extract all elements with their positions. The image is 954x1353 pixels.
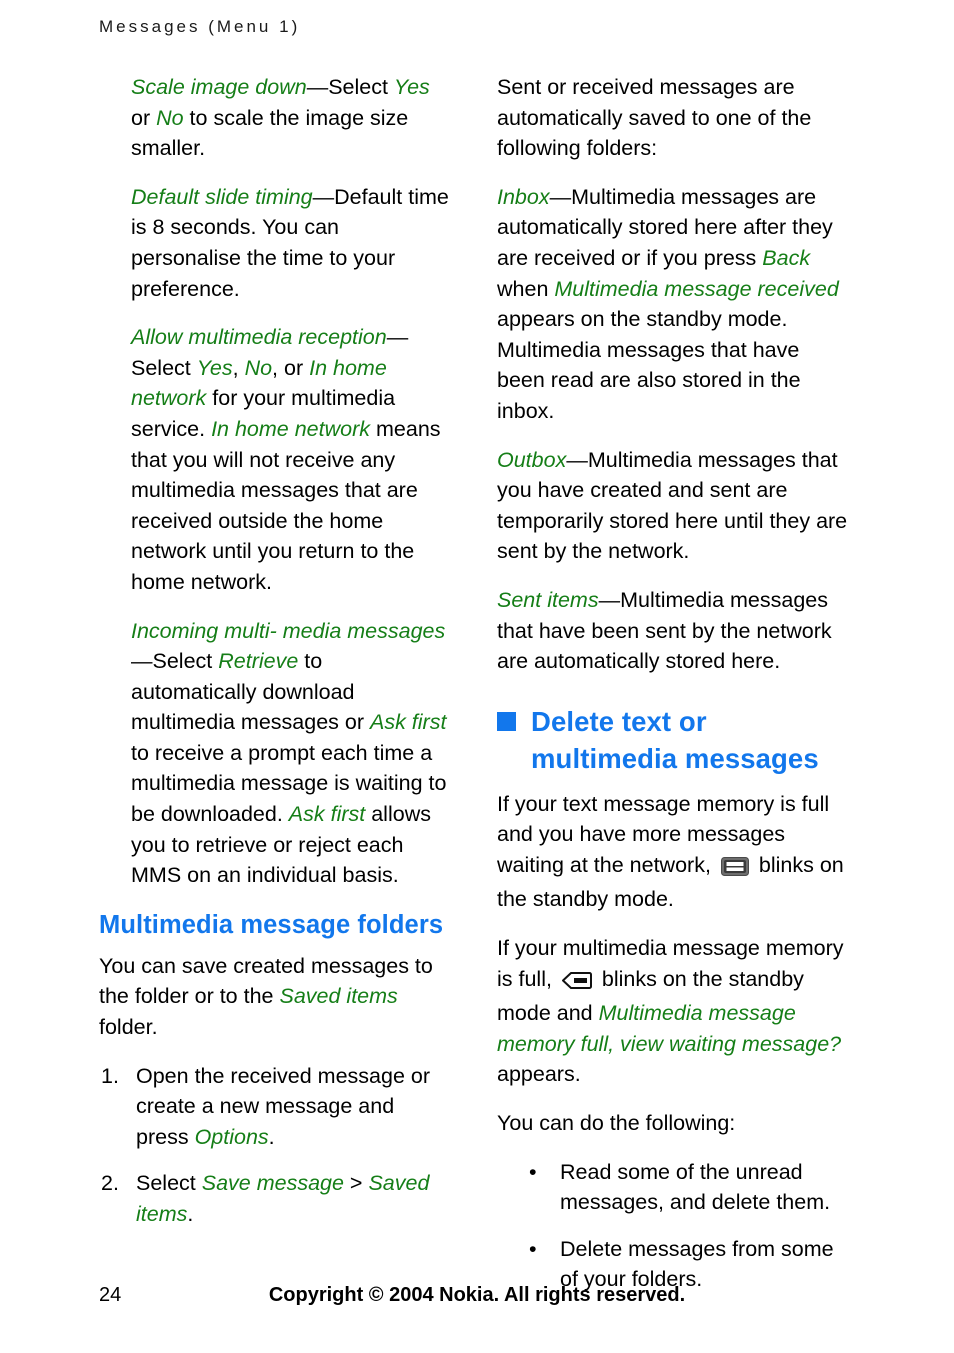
sms-envelope-icon xyxy=(720,854,749,885)
seg: or xyxy=(131,105,157,130)
seg: appears on the standby mode. Multimedia … xyxy=(497,307,801,423)
bullet-marker: • xyxy=(529,1236,537,1261)
paragraph-multimedia-memory-full: If your multimedia message memory is ful… xyxy=(497,933,849,1090)
seg: Select xyxy=(328,75,394,99)
step-marker: 1. xyxy=(101,1063,119,1088)
paragraph-allow-multimedia-reception: Allow multimedia reception— Select Yes, N… xyxy=(131,322,451,597)
ui-value-multimedia-message-received: Multimedia message received xyxy=(554,276,839,301)
em-dash: — xyxy=(386,325,409,350)
ui-value-no: No xyxy=(244,355,273,380)
seg: folder. xyxy=(99,1015,158,1040)
paragraph-inbox: Inbox—Multimedia messages are automatica… xyxy=(497,182,849,427)
em-dash: — xyxy=(549,184,572,209)
mms-envelope-icon xyxy=(561,968,592,999)
chapter-heading-delete-text-or-multimedia-messages: Delete text or multimedia messages xyxy=(497,703,849,777)
paragraph-folders-intro: You can save created messages to the fol… xyxy=(99,951,451,1043)
ui-value-retrieve: Retrieve xyxy=(218,649,299,674)
seg: , or xyxy=(272,355,310,380)
paragraph-scale-image-down: Scale image down—Select Yes or No to sca… xyxy=(131,72,451,164)
list-item: 1. Open the received message or create a … xyxy=(101,1061,451,1153)
step-marker: 2. xyxy=(101,1171,119,1196)
blue-square-bullet-icon xyxy=(497,711,516,731)
seg: Select xyxy=(136,1171,202,1196)
ui-value-no: No xyxy=(156,105,184,130)
list-item: • Read some of the unread messages, and d… xyxy=(527,1157,849,1218)
seg: Select xyxy=(152,649,219,674)
bullet-marker: • xyxy=(529,1159,537,1184)
seg: appears. xyxy=(497,1062,581,1087)
seg: Open the received message or create a ne… xyxy=(136,1063,430,1149)
ui-value-back: Back xyxy=(762,245,811,270)
term-sent-items: Sent items xyxy=(497,587,599,612)
page-footer: 24 Copyright © 2004 Nokia. All rights re… xyxy=(0,1284,954,1324)
term-incoming-multimedia-messages: Incoming multi- media messages xyxy=(131,618,446,643)
seg: Select xyxy=(131,355,197,380)
copyright-notice: Copyright © 2004 Nokia. All rights reser… xyxy=(268,1284,686,1306)
paragraph-default-slide-timing: Default slide timing—Default time is 8 s… xyxy=(131,182,451,304)
ui-value-yes: Yes xyxy=(393,75,430,99)
ui-value-options: Options xyxy=(194,1124,269,1149)
paragraph-outbox: Outbox—Multimedia messages that you have… xyxy=(497,445,849,567)
seg: . xyxy=(187,1202,194,1226)
paragraph-following-intro: You can do the following: xyxy=(497,1111,736,1136)
em-dash: — xyxy=(598,587,621,612)
ui-value-ask-first: Ask first xyxy=(288,802,366,827)
bullet-text: Read some of the unread messages, and de… xyxy=(560,1159,831,1215)
paragraph-sent-items: Sent items—Multimedia messages that have… xyxy=(497,585,849,677)
list-item: 2. Select Save message > Saved items. xyxy=(101,1168,451,1229)
em-dash: — xyxy=(566,447,588,472)
numbered-steps-list: 1. Open the received message or create a … xyxy=(99,1061,451,1230)
term-inbox: Inbox xyxy=(497,184,550,209)
paragraph-text-memory-full: If your text message memory is full and … xyxy=(497,789,849,915)
right-column: Sent or received messages are automatica… xyxy=(497,72,849,1311)
ui-value-yes: Yes xyxy=(196,355,233,380)
ui-value-in-home-network: In home network xyxy=(211,416,371,441)
left-column: Scale image down—Select Yes or No to sca… xyxy=(99,72,451,1246)
term-allow-multimedia-reception: Allow multimedia reception xyxy=(131,325,387,350)
ui-value-saved-items: Saved items xyxy=(279,984,398,1009)
paragraph-incoming-multimedia-messages: Incoming multi- media messages —Select Re… xyxy=(131,616,451,891)
ui-value-ask-first: Ask first xyxy=(369,710,447,735)
ui-value-save-message: Save message xyxy=(201,1171,344,1196)
seg: when xyxy=(497,276,555,301)
paragraph-folders-saved-intro: Sent or received messages are automatica… xyxy=(497,75,812,161)
term-scale-image-down: Scale image down xyxy=(131,75,307,99)
em-dash: — xyxy=(312,184,335,209)
section-heading-multimedia-message-folders: Multimedia message folders xyxy=(99,910,444,939)
em-dash: — xyxy=(306,75,329,99)
running-header: Messages (Menu 1) xyxy=(99,17,301,36)
term-default-slide-timing: Default slide timing xyxy=(131,184,313,209)
chapter-heading-label: Delete text or multimedia messages xyxy=(531,705,819,774)
document-page: Messages (Menu 1) Scale image down—Selec… xyxy=(0,0,954,1353)
seg: . xyxy=(268,1124,275,1149)
seg: > xyxy=(343,1171,369,1196)
seg: means that you will not receive any mult… xyxy=(131,416,441,594)
em-dash: — xyxy=(131,649,153,674)
seg: , xyxy=(232,355,245,380)
term-outbox: Outbox xyxy=(497,447,567,472)
bulleted-actions-list: • Read some of the unread messages, and d… xyxy=(497,1157,849,1295)
